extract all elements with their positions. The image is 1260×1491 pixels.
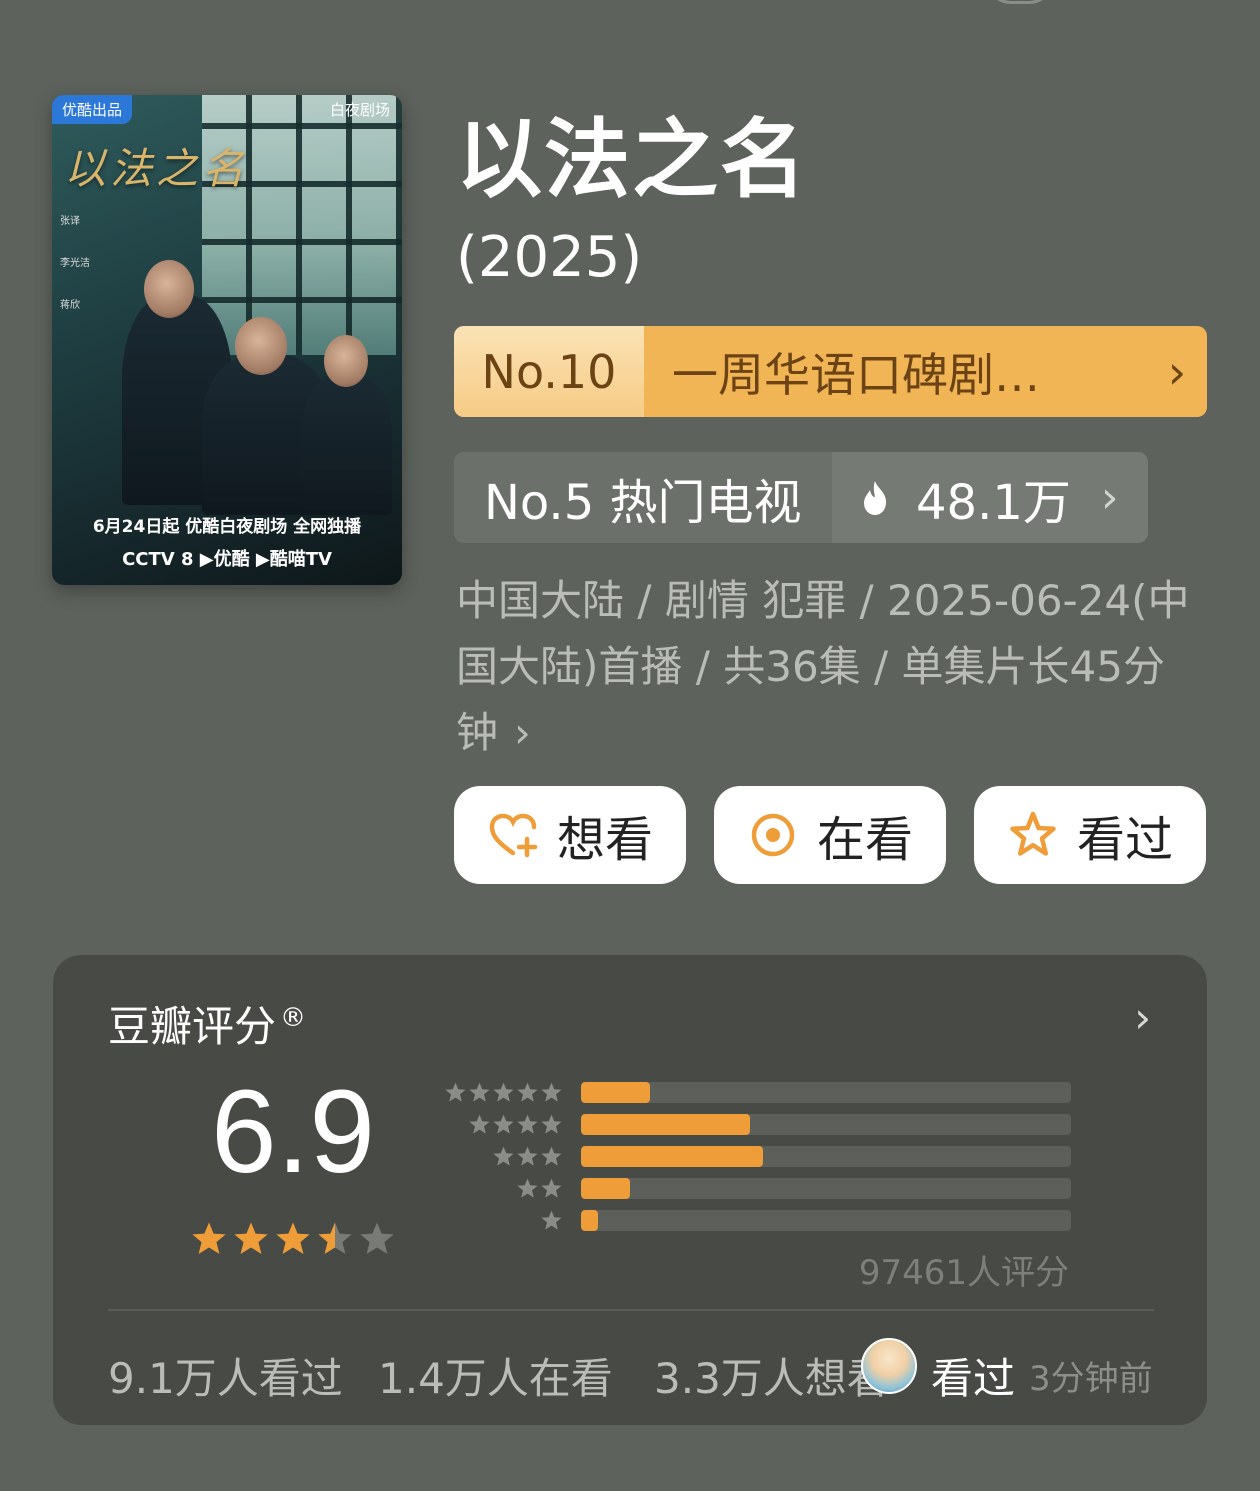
star-empty-icon: [360, 1222, 394, 1255]
star-icon: [469, 1114, 490, 1134]
show-title: 以法之名: [456, 110, 808, 210]
rating-bar-fill: [581, 1082, 650, 1103]
rating-bar-stars: [468, 1113, 563, 1136]
rating-bar-row: [438, 1143, 1138, 1175]
rating-bar-track: [581, 1114, 1071, 1135]
ranking-hot-button[interactable]: No.5 热门电视 48.1万 ›: [454, 452, 1148, 543]
divider: [108, 1309, 1154, 1311]
star-filled-icon: [192, 1222, 226, 1255]
poster-release-line: 6月24日起 优酷白夜剧场 全网独播: [92, 517, 362, 537]
rating-stars: [190, 1220, 396, 1258]
star-icon: [541, 1210, 562, 1230]
poster-cast-name: 李光洁: [60, 258, 90, 269]
douban-rating-card[interactable]: 豆瓣评分 ® › 6.9 97461人评分 9.1万人看过 1.4万人在看 3.3…: [53, 955, 1207, 1425]
want-to-watch-label: 想看: [556, 812, 653, 868]
rating-bar-stars: [540, 1209, 563, 1232]
watching-button[interactable]: 在看: [714, 786, 946, 884]
star-icon: [445, 1082, 466, 1102]
ranking-weekly-number: No.10: [454, 326, 644, 417]
star-icon: [541, 1114, 562, 1134]
rating-bar-row: [438, 1207, 1138, 1239]
poster-cast-name: 蒋欣: [60, 300, 80, 311]
chevron-right-icon: ›: [1100, 472, 1119, 523]
poster-image[interactable]: 优酷出品 白夜剧场 以法之名 张译 李光洁 蒋欣 6月24日起 优酷白夜剧场 全…: [52, 95, 402, 585]
heart-plus-icon: [489, 813, 538, 858]
star-icon: [469, 1082, 490, 1102]
show-year: (2025): [456, 225, 643, 290]
top-indicator: [985, 0, 1055, 4]
rating-bar-track: [581, 1082, 1071, 1103]
star-icon: [517, 1146, 538, 1166]
poster-cast: 张译 李光洁 蒋欣: [60, 215, 90, 313]
poster-figure-head: [144, 260, 194, 318]
ranking-weekly-label: 一周华语口碑剧…: [672, 347, 1040, 402]
target-icon: [751, 813, 795, 857]
rating-bar-track: [581, 1210, 1071, 1231]
chevron-right-icon: ›: [1167, 344, 1187, 399]
recent-activity-time: 3分钟前: [1029, 1359, 1153, 1399]
rating-bar-stars: [492, 1145, 563, 1168]
poster-window-art: [202, 95, 402, 355]
poster-badge: 优酷出品: [52, 95, 133, 124]
want-to-watch-button[interactable]: 想看: [454, 786, 686, 884]
rating-title-text: 豆瓣评分: [108, 1002, 277, 1051]
ranking-hot-label: No.5 热门电视: [454, 452, 832, 543]
rating-count: 97461人评分: [858, 1253, 1069, 1293]
rating-bar-fill: [581, 1114, 751, 1135]
star-filled-icon: [234, 1222, 268, 1255]
rating-distribution: [438, 1079, 1138, 1239]
ranking-weekly-button[interactable]: No.10 一周华语口碑剧… ›: [454, 326, 1207, 417]
rating-title: 豆瓣评分 ®: [108, 993, 306, 1054]
rating-bar-fill: [581, 1210, 598, 1231]
watched-label: 看过: [1076, 812, 1173, 868]
heat-value: 48.1万 ›: [832, 463, 1148, 533]
poster-studio-logo: 白夜剧场: [329, 101, 390, 119]
star-icon: [493, 1114, 514, 1134]
flame-icon: [864, 480, 886, 515]
poster-cast-name: 张译: [60, 216, 80, 227]
star-outline-icon: [1010, 811, 1056, 856]
rating-bar-stars: [444, 1081, 563, 1104]
star-half-icon: [318, 1222, 352, 1255]
stat-want-to-watch: 3.3万人想看: [654, 1354, 889, 1403]
star-filled-icon: [276, 1222, 310, 1255]
rating-score: 6.9: [211, 1066, 376, 1198]
star-icon: [517, 1114, 538, 1134]
chevron-right-icon: ›: [514, 708, 531, 757]
rating-bar-track: [581, 1146, 1071, 1167]
star-icon: [517, 1178, 538, 1198]
action-buttons: 想看 在看 看过: [454, 786, 1206, 884]
registered-mark: ®: [280, 1003, 307, 1033]
rating-bar-track: [581, 1178, 1071, 1199]
poster-figure-head: [235, 317, 287, 375]
show-meta-info[interactable]: 中国大陆 / 剧情 犯罪 / 2025-06-24(中国大陆)首播 / 共36集…: [456, 568, 1201, 766]
rating-bar-row: [438, 1111, 1138, 1143]
poster-title: 以法之名: [64, 144, 249, 193]
star-icon: [517, 1082, 538, 1102]
star-icon: [493, 1082, 514, 1102]
rating-bar-row: [438, 1079, 1138, 1111]
watched-button[interactable]: 看过: [974, 786, 1206, 884]
poster-figure: [302, 375, 392, 515]
stat-watched: 9.1万人看过: [108, 1354, 343, 1403]
rating-bar-row: [438, 1175, 1138, 1207]
star-icon: [541, 1082, 562, 1102]
watching-label: 在看: [816, 812, 913, 868]
recent-activity-label: 看过: [931, 1354, 1016, 1403]
star-icon: [541, 1146, 562, 1166]
poster-figure-head: [324, 335, 368, 387]
stat-watching: 1.4万人在看: [378, 1354, 613, 1403]
heat-count: 48.1万: [916, 474, 1071, 531]
rating-bar-fill: [581, 1146, 764, 1167]
poster-platforms: CCTV 8 ▶优酷 ▶酷喵TV: [122, 549, 332, 570]
star-icon: [541, 1178, 562, 1198]
rating-bar-stars: [516, 1177, 563, 1200]
rating-bar-fill: [581, 1178, 630, 1199]
star-icon: [493, 1146, 514, 1166]
show-meta-text: 中国大陆 / 剧情 犯罪 / 2025-06-24(中国大陆)首播 / 共36集…: [456, 576, 1190, 757]
avatar[interactable]: [861, 1338, 917, 1394]
chevron-right-icon[interactable]: ›: [1134, 993, 1151, 1042]
